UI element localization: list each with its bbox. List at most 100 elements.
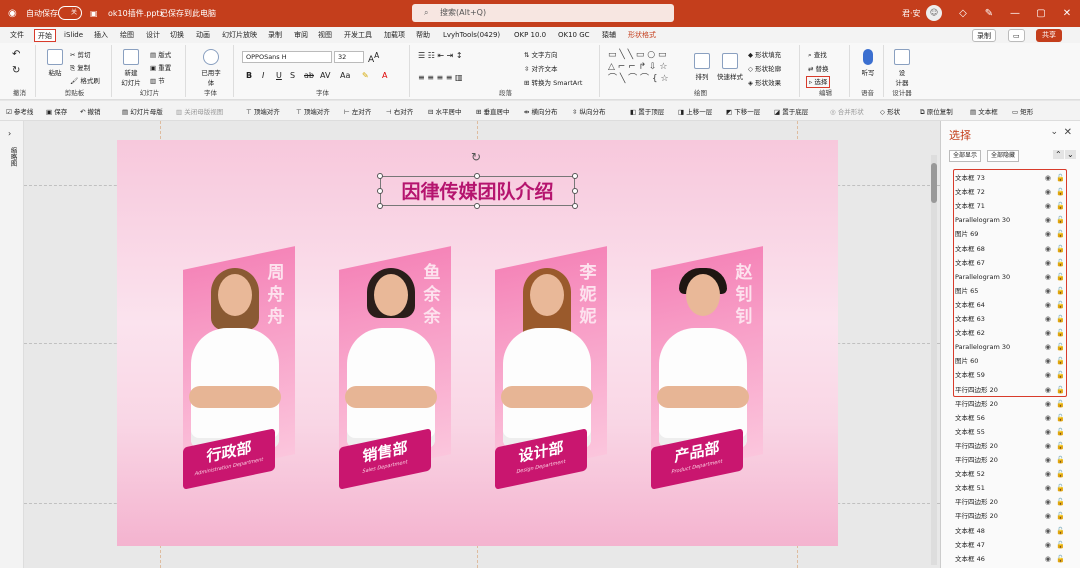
shapes-gallery[interactable]: ▭ ╲ ╲ ▭ ○ ▭ △ ⌐ ⌐ ↱ ⇩ ☆ ⌒ ╲ ⌒ ⌒ { ☆ xyxy=(608,49,688,85)
dictate-button[interactable]: 听写 xyxy=(856,49,880,77)
quick-styles-button[interactable]: 快速样式 xyxy=(714,53,746,81)
scrollbar-thumb[interactable] xyxy=(931,163,937,203)
section-button[interactable]: ▥ 节 xyxy=(150,75,165,85)
share-button[interactable]: 共享 xyxy=(1036,29,1062,42)
close-icon[interactable]: ✕ xyxy=(1054,0,1080,27)
bold-icon[interactable]: B xyxy=(246,71,252,80)
visibility-eye-icon[interactable]: ◉ xyxy=(1045,439,1051,453)
font-color-icon[interactable]: A xyxy=(382,71,387,80)
tab-review[interactable]: 审阅 xyxy=(294,29,308,42)
resize-handle[interactable] xyxy=(377,188,383,194)
tab-file[interactable]: 文件 xyxy=(10,29,24,42)
comments-icon[interactable]: ▭ xyxy=(1008,29,1025,42)
lock-icon[interactable]: 🔓 xyxy=(1056,425,1065,439)
designer-button[interactable]: 设 计器 xyxy=(890,49,914,87)
pane-options-chevron-icon[interactable]: ⌄ xyxy=(1050,127,1058,137)
resize-handle[interactable] xyxy=(474,173,480,179)
qat-shapes[interactable]: ◇ 形状 xyxy=(880,106,900,116)
lock-icon[interactable]: 🔓 xyxy=(1056,397,1065,411)
bullets-icon[interactable]: ☰ ☷ ⇤ ⇥ ↕ xyxy=(418,51,463,60)
record-button[interactable]: 录制 xyxy=(972,29,996,42)
qat-merge-shapes[interactable]: ◎ 合并形状 xyxy=(830,106,864,116)
tab-draw[interactable]: 绘图 xyxy=(120,29,134,42)
replace-button[interactable]: ⇄ 替换 xyxy=(808,63,829,73)
autosave-toggle[interactable]: 关 xyxy=(58,6,82,20)
layout-button[interactable]: ▤ 版式 xyxy=(150,49,171,59)
lock-icon[interactable]: 🔓 xyxy=(1056,453,1065,467)
saved-status[interactable]: 已保存到此电脑 xyxy=(160,0,216,27)
lock-icon[interactable]: 🔓 xyxy=(1056,552,1065,566)
qat-align-left[interactable]: ⊢ 左对齐 xyxy=(344,106,371,116)
team-card[interactable]: 赵钊钊 产品部 Product Department xyxy=(643,240,763,490)
resize-handle[interactable] xyxy=(377,203,383,209)
tab-record[interactable]: 录制 xyxy=(268,29,282,42)
qat-save[interactable]: ▣ 保存 xyxy=(46,106,67,116)
qat-v-center[interactable]: ⊞ 垂直居中 xyxy=(476,106,510,116)
font-name-select[interactable]: OPPOSans H xyxy=(242,51,332,63)
tab-view[interactable]: 视图 xyxy=(318,29,332,42)
selection-list-item[interactable]: 文本框 56 ◉ 🔓 xyxy=(955,411,1071,425)
team-card[interactable]: 鱼余余 销售部 Sales Department xyxy=(331,240,451,490)
tab-okp[interactable]: OKP 10.0 xyxy=(514,29,546,42)
bring-forward-icon[interactable]: ⌃ xyxy=(1053,150,1064,159)
selection-list-item[interactable]: 平行四边形 20 ◉ 🔓 xyxy=(955,495,1071,509)
resize-handle[interactable] xyxy=(377,173,383,179)
selection-list-item[interactable]: 平行四边形 20 ◉ 🔓 xyxy=(955,397,1071,411)
tab-insert[interactable]: 插入 xyxy=(94,29,108,42)
qat-slide-master[interactable]: ▤ 幻灯片母版 xyxy=(122,106,163,116)
resize-handle[interactable] xyxy=(572,203,578,209)
lock-icon[interactable]: 🔓 xyxy=(1056,524,1065,538)
qat-h-distribute[interactable]: ⇹ 横向分布 xyxy=(524,106,558,116)
reset-button[interactable]: ▣ 重置 xyxy=(150,62,171,72)
visibility-eye-icon[interactable]: ◉ xyxy=(1045,538,1051,552)
lock-icon[interactable]: 🔓 xyxy=(1056,467,1065,481)
maximize-icon[interactable]: ▢ xyxy=(1028,0,1054,27)
tab-shape-format[interactable]: 形状格式 xyxy=(628,29,656,42)
find-button[interactable]: ⌕ 查找 xyxy=(808,49,827,60)
close-pane-icon[interactable]: ✕ xyxy=(1064,127,1072,138)
qat-guides[interactable]: ☑ 参考线 xyxy=(6,106,33,116)
spacing-icon[interactable]: AV xyxy=(320,71,330,80)
copy-button[interactable]: ⎘ 复制 xyxy=(70,62,90,73)
shape-outline-button[interactable]: ◇ 形状轮廓 xyxy=(748,63,781,73)
team-card[interactable]: 李妮妮 设计部 Design Department xyxy=(487,240,607,490)
underline-icon[interactable]: U xyxy=(276,71,282,80)
highlight-icon[interactable]: ✎ xyxy=(362,71,369,80)
tab-yuanfu[interactable]: 猿辅 xyxy=(602,29,616,42)
visibility-eye-icon[interactable]: ◉ xyxy=(1045,495,1051,509)
hide-all-button[interactable]: 全部隐藏 xyxy=(987,150,1020,162)
italic-icon[interactable]: I xyxy=(262,71,264,80)
resize-handle[interactable] xyxy=(572,173,578,179)
selection-list-item[interactable]: 文本框 52 ◉ 🔓 xyxy=(955,467,1071,481)
thumbnail-pane-collapsed[interactable]: › 缩略图 xyxy=(0,121,24,568)
qat-bring-front[interactable]: ◧ 置于顶层 xyxy=(630,106,664,116)
visibility-eye-icon[interactable]: ◉ xyxy=(1045,552,1051,566)
text-direction-button[interactable]: ⇅ 文字方向 xyxy=(524,49,558,59)
qat-textbox[interactable]: ▤ 文本框 xyxy=(970,106,998,116)
align-icons[interactable]: ≡ ≡ ≡ ≡ ▥ xyxy=(418,73,463,82)
visibility-eye-icon[interactable]: ◉ xyxy=(1045,397,1051,411)
team-card[interactable]: 周舟舟 行政部 Administration Department xyxy=(175,240,295,490)
font-size-select[interactable]: 32 xyxy=(334,51,364,63)
resize-handle[interactable] xyxy=(474,203,480,209)
user-name[interactable]: 君·安 xyxy=(902,0,921,27)
arrange-button[interactable]: 排列 xyxy=(690,53,714,81)
shadow-icon[interactable]: S xyxy=(290,71,295,80)
visibility-eye-icon[interactable]: ◉ xyxy=(1045,411,1051,425)
tab-help[interactable]: 帮助 xyxy=(416,29,430,42)
strike-icon[interactable]: ab xyxy=(304,71,314,80)
pen-icon[interactable]: ✎ xyxy=(976,0,1002,27)
qat-undo[interactable]: ↶ 撤销 xyxy=(80,106,101,116)
minimize-icon[interactable]: — xyxy=(1002,0,1028,27)
selection-list-item[interactable]: 平行四边形 20 ◉ 🔓 xyxy=(955,509,1071,523)
tab-ok10gc[interactable]: OK10 GC xyxy=(558,29,590,42)
paste-button[interactable]: 粘贴 xyxy=(42,49,68,77)
tab-slideshow[interactable]: 幻灯片放映 xyxy=(222,29,257,42)
tab-animations[interactable]: 动画 xyxy=(196,29,210,42)
qat-h-center[interactable]: ⊟ 水平居中 xyxy=(428,106,462,116)
visibility-eye-icon[interactable]: ◉ xyxy=(1045,481,1051,495)
lock-icon[interactable]: 🔓 xyxy=(1056,481,1065,495)
grow-font-icon[interactable]: AA xyxy=(368,51,379,65)
vertical-scrollbar[interactable] xyxy=(931,155,937,565)
cut-button[interactable]: ✂ 剪切 xyxy=(70,49,91,59)
